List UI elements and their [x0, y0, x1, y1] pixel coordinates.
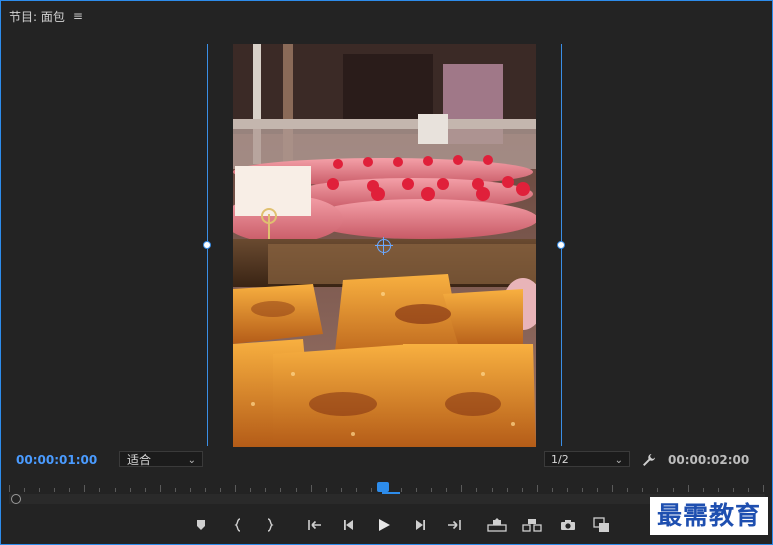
step-back-icon	[344, 520, 353, 530]
ruler-tick	[54, 488, 55, 492]
ruler-tick	[401, 488, 402, 492]
ruler-tick	[612, 485, 613, 492]
left-transform-handle[interactable]	[203, 241, 211, 249]
ruler-tick	[627, 488, 628, 492]
export-frame-button[interactable]	[558, 515, 578, 535]
ruler-tick	[341, 488, 342, 492]
ruler-tick	[582, 488, 583, 492]
ruler-tick	[733, 488, 734, 492]
ruler-tick	[537, 485, 538, 492]
ruler-tick	[642, 488, 643, 492]
ruler-tick	[190, 488, 191, 492]
ruler-tick	[84, 485, 85, 492]
program-viewer[interactable]	[1, 31, 772, 449]
ruler-tick	[597, 488, 598, 492]
program-monitor-panel: 节目: 面包 ≡ 00:00:01:00 适合 ⌄ 1/2 ⌄ 00:00:02…	[0, 0, 773, 545]
go-to-out-icon	[448, 520, 461, 530]
marker-icon	[197, 520, 205, 530]
panel-title[interactable]: 节目: 面包	[9, 8, 65, 25]
ruler-tick	[673, 488, 674, 492]
ruler-tick	[145, 488, 146, 492]
playhead-timecode[interactable]: 00:00:01:00	[16, 453, 97, 467]
ruler-tick	[763, 485, 764, 492]
ruler-tick	[567, 488, 568, 492]
ruler-tick	[416, 488, 417, 492]
ruler-tick	[657, 488, 658, 492]
ruler-tick	[175, 488, 176, 492]
monitor-controls-row: 00:00:01:00 适合 ⌄ 1/2 ⌄ 00:00:02:00	[1, 449, 772, 473]
ruler-tick	[492, 488, 493, 492]
ruler-tick	[115, 488, 116, 492]
hamburger-menu-icon[interactable]: ≡	[73, 9, 83, 23]
ruler-tick	[250, 488, 251, 492]
go-to-in-button[interactable]	[305, 515, 325, 535]
ruler-tick	[371, 488, 372, 492]
ruler-tick	[718, 488, 719, 492]
ruler-tick	[522, 488, 523, 492]
ruler-tick	[461, 485, 462, 492]
ruler-tick	[748, 488, 749, 492]
ruler-tick	[446, 488, 447, 492]
step-back-button[interactable]	[339, 515, 359, 535]
go-to-in-icon	[308, 520, 321, 530]
extract-button[interactable]	[522, 515, 542, 535]
ruler-tick	[552, 488, 553, 492]
ruler-tick	[688, 485, 689, 492]
ruler-tick	[220, 488, 221, 492]
ruler-tick	[507, 488, 508, 492]
mark-in-button[interactable]	[228, 515, 248, 535]
ruler-tick	[130, 488, 131, 492]
playback-resolution-select[interactable]: 1/2 ⌄	[544, 451, 630, 467]
ruler-tick	[265, 488, 266, 492]
step-forward-icon	[416, 520, 425, 530]
mark-in-icon	[234, 518, 241, 532]
playhead-range-indicator	[382, 492, 400, 494]
zoom-level-value: 适合	[127, 453, 152, 467]
ruler-tick	[69, 488, 70, 492]
step-forward-button[interactable]	[410, 515, 430, 535]
ruler-tick	[205, 488, 206, 492]
ruler-tick	[431, 488, 432, 492]
ruler-tick	[703, 488, 704, 492]
mark-out-button[interactable]	[260, 515, 280, 535]
compare-view-button[interactable]	[592, 515, 612, 535]
compare-icon	[593, 517, 609, 532]
ruler-tick	[280, 488, 281, 492]
mark-out-icon	[267, 518, 274, 532]
ruler-tick	[296, 488, 297, 492]
playhead-handle[interactable]	[377, 482, 389, 492]
ruler-tick	[311, 485, 312, 492]
lift-icon	[487, 518, 507, 532]
ruler-tick	[160, 485, 161, 492]
in-point-marker[interactable]	[11, 494, 21, 504]
watermark-logo: 最需教育	[650, 497, 768, 535]
wrench-icon[interactable]	[642, 452, 656, 466]
ruler-tick	[476, 488, 477, 492]
lift-button[interactable]	[487, 515, 507, 535]
playback-resolution-value: 1/2	[551, 453, 569, 466]
ruler-tick	[235, 485, 236, 492]
zoom-level-select[interactable]: 适合 ⌄	[119, 451, 203, 467]
chevron-down-icon: ⌄	[187, 455, 196, 466]
chevron-down-icon: ⌄	[614, 455, 623, 466]
ruler-tick	[24, 488, 25, 492]
camera-icon	[561, 520, 575, 530]
ruler-tick	[99, 488, 100, 492]
right-transform-handle[interactable]	[557, 241, 565, 249]
ruler-tick	[326, 488, 327, 492]
go-to-out-button[interactable]	[444, 515, 464, 535]
anchor-point-icon[interactable]	[375, 237, 393, 255]
duration-timecode: 00:00:02:00	[668, 453, 750, 467]
ruler-tick	[356, 488, 357, 492]
ruler-tick	[9, 485, 10, 492]
extract-icon	[522, 519, 542, 532]
play-button[interactable]	[374, 515, 394, 535]
add-marker-button[interactable]	[191, 515, 211, 535]
panel-title-bar: 节目: 面包 ≡	[1, 1, 773, 31]
ruler-tick	[39, 488, 40, 492]
play-icon	[379, 519, 390, 531]
